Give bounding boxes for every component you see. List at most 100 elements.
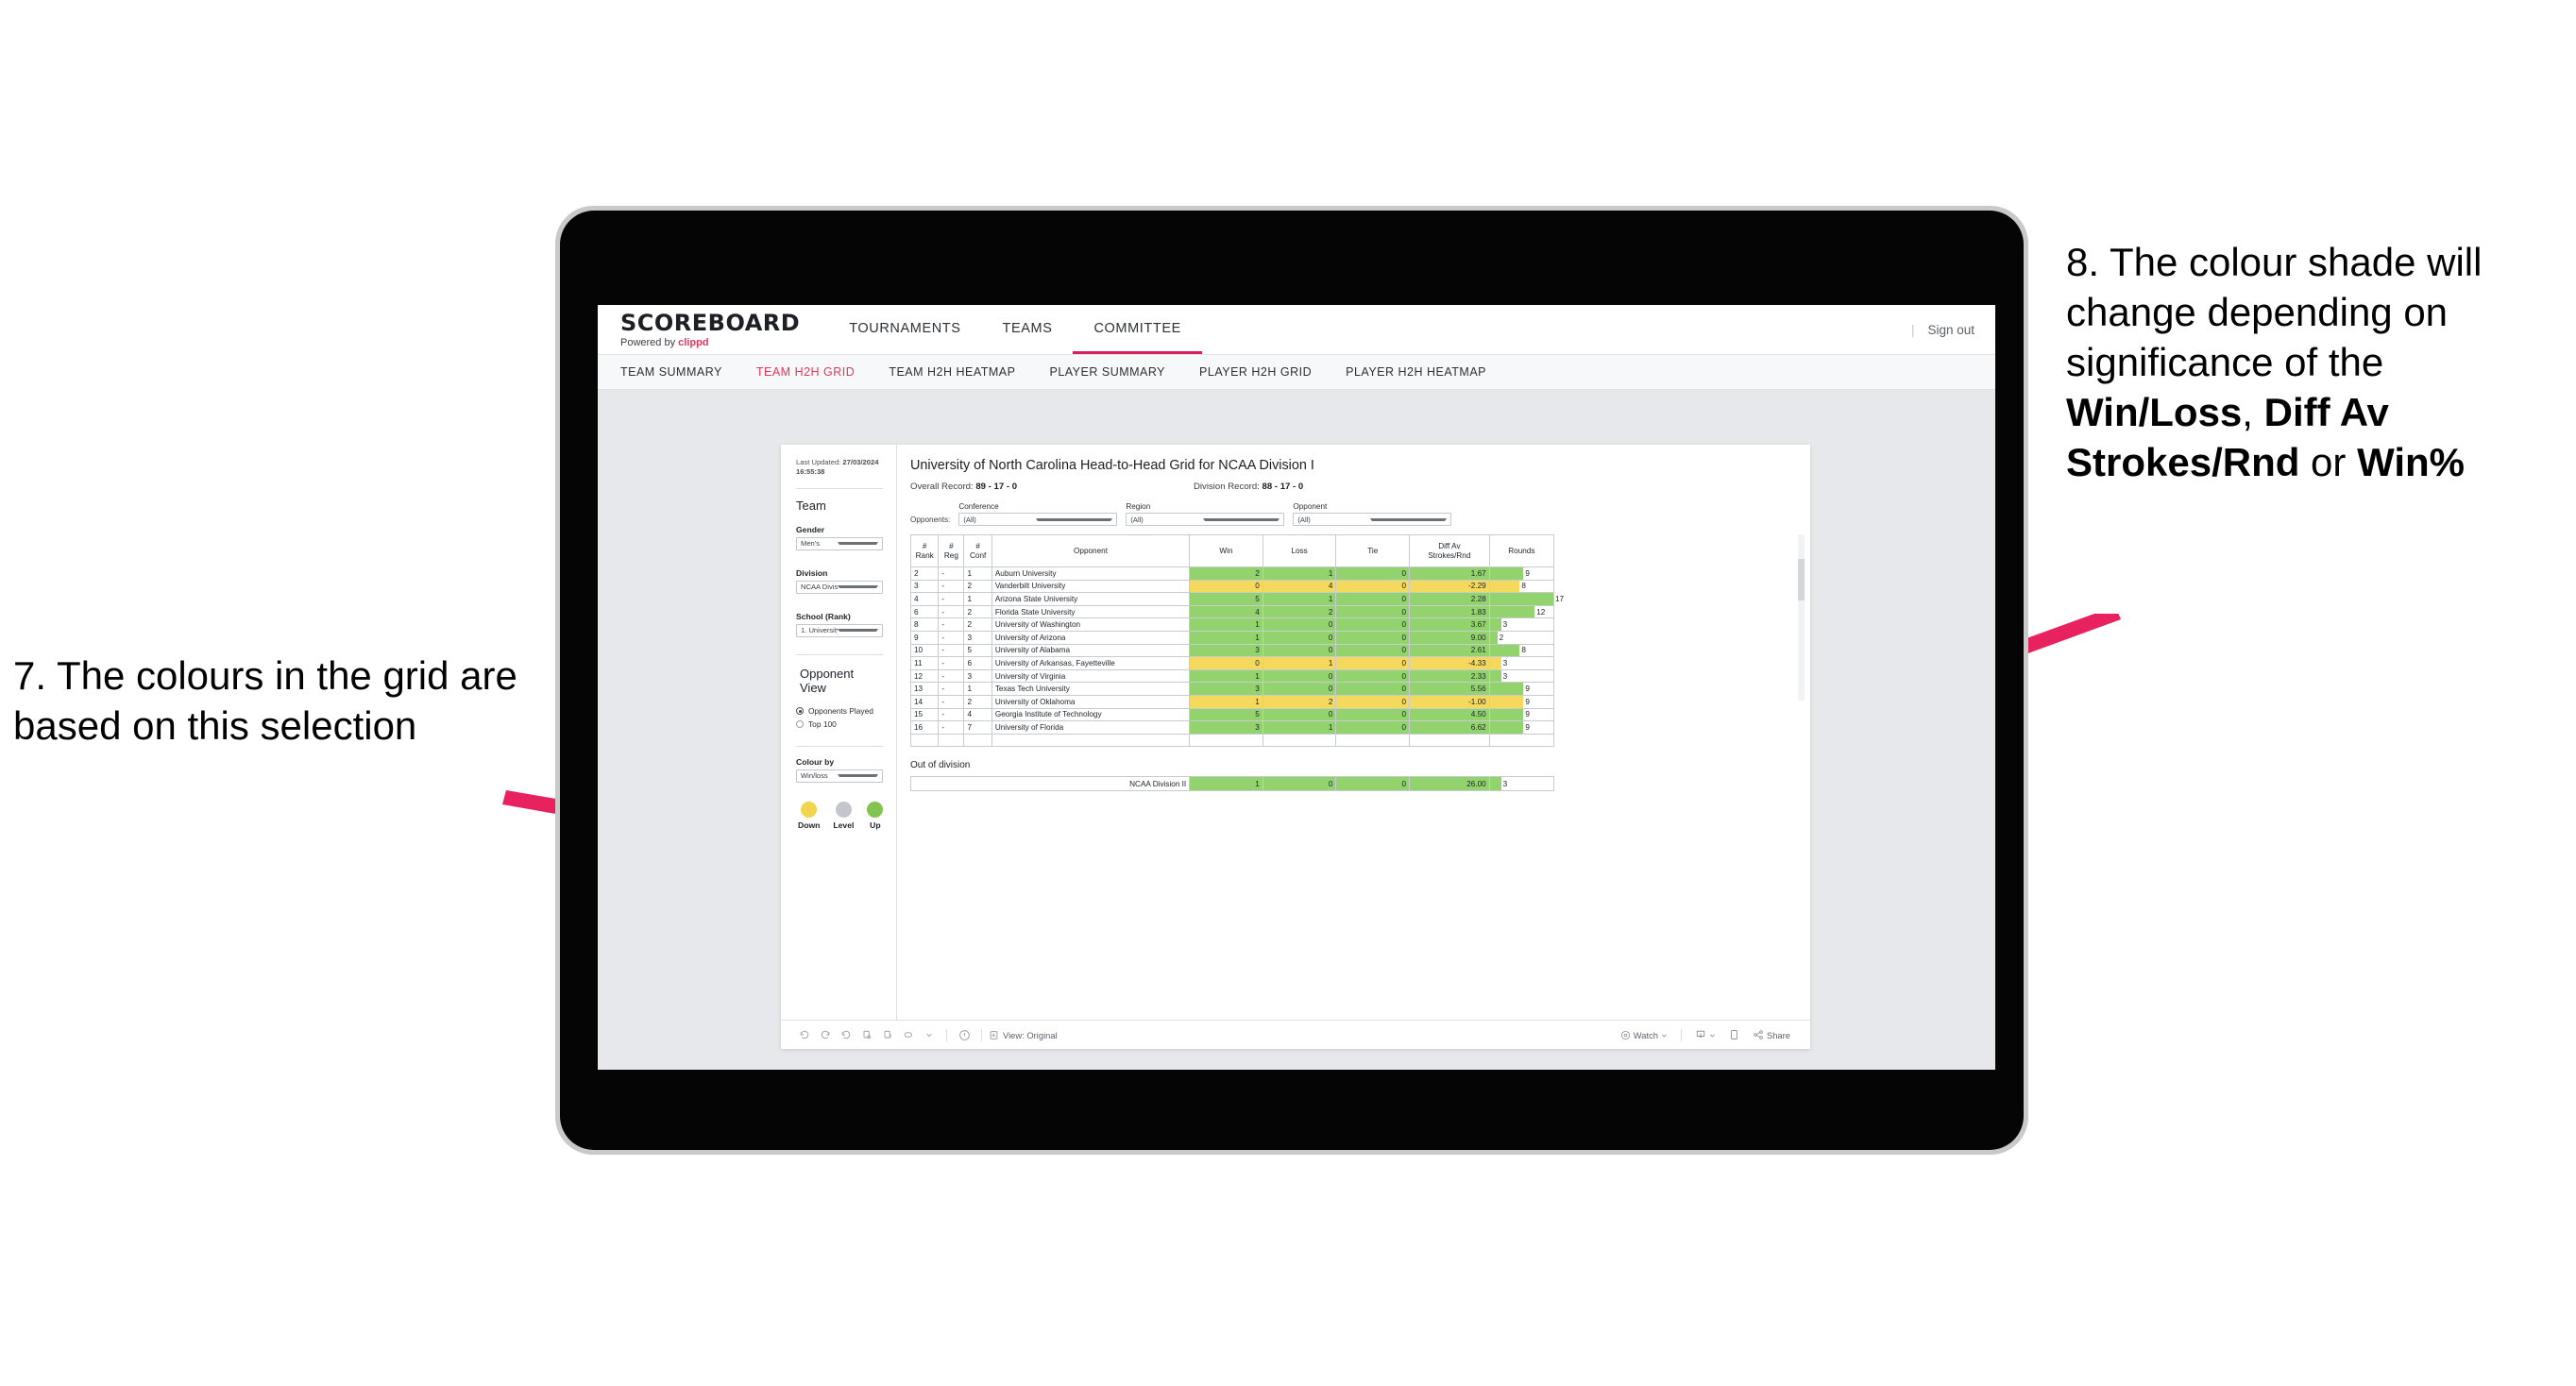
cell-tie[interactable]: 0 bbox=[1335, 707, 1411, 722]
cell-rounds[interactable]: 2 bbox=[1488, 630, 1555, 645]
cell-rounds[interactable]: 8 bbox=[1488, 643, 1555, 658]
ood-cell-tie[interactable]: 0 bbox=[1335, 776, 1411, 792]
cell-tie[interactable]: 0 bbox=[1335, 566, 1411, 581]
watch-button[interactable]: Watch bbox=[1614, 1030, 1674, 1040]
cell-tie[interactable]: 0 bbox=[1335, 604, 1411, 619]
cell-tie[interactable]: 0 bbox=[1335, 579, 1411, 594]
cell-rounds[interactable]: 9 bbox=[1488, 694, 1555, 709]
subnav-item-team-h2h-grid[interactable]: TEAM H2H GRID bbox=[739, 365, 872, 379]
cell-diff-av-strokes[interactable]: 4.50 bbox=[1409, 707, 1490, 722]
topnav-item-committee[interactable]: COMMITTEE bbox=[1073, 305, 1202, 354]
cell-tie[interactable]: 0 bbox=[1335, 617, 1411, 632]
cell-diff-av-strokes[interactable]: 5.56 bbox=[1409, 682, 1490, 696]
cell-tie[interactable]: 0 bbox=[1335, 592, 1411, 606]
cell-loss[interactable]: 2 bbox=[1262, 604, 1337, 619]
table-row[interactable]: 12-3 University of Virginia 1 0 0 2.33 3 bbox=[909, 668, 1555, 684]
cell-rounds[interactable]: 8 bbox=[1488, 579, 1555, 594]
cell-rounds[interactable]: 3 bbox=[1488, 617, 1555, 632]
table-row[interactable]: 8-2 University of Washington 1 0 0 3.67 3 bbox=[909, 617, 1555, 632]
gender-select[interactable]: Men's bbox=[796, 536, 883, 550]
cell-rounds[interactable]: 3 bbox=[1488, 656, 1555, 670]
cell-tie[interactable]: 0 bbox=[1335, 643, 1411, 658]
filter-conference-select[interactable]: (All) bbox=[958, 513, 1118, 526]
table-row[interactable]: 11-6 University of Arkansas, Fayetteville… bbox=[909, 656, 1555, 670]
column-header-diff-av-strokes[interactable]: Diff Av Strokes/Rnd bbox=[1409, 534, 1490, 567]
cell-rounds[interactable]: 12 bbox=[1488, 604, 1555, 619]
table-row[interactable]: 6-2 Florida State University 4 2 0 1.83 12 bbox=[909, 604, 1555, 619]
cell-win[interactable]: 3 bbox=[1189, 643, 1263, 658]
cell-diff-av-strokes[interactable]: 2.33 bbox=[1409, 668, 1490, 684]
table-row[interactable]: 14-2 University of Oklahoma 1 2 0 -1.00 9 bbox=[909, 694, 1555, 709]
table-row[interactable]: 4-1 Arizona State University 5 1 0 2.28 17 bbox=[909, 592, 1564, 606]
undo-icon[interactable] bbox=[794, 1024, 815, 1045]
cell-rounds[interactable]: 9 bbox=[1488, 682, 1555, 696]
ood-cell-win[interactable]: 1 bbox=[1189, 776, 1263, 792]
cell-rounds[interactable]: 9 bbox=[1488, 566, 1555, 581]
table-row[interactable]: 10-5 University of Alabama 3 0 0 2.61 8 bbox=[909, 643, 1555, 658]
view-original-button[interactable]: View: Original bbox=[989, 1030, 1058, 1040]
cell-tie[interactable]: 0 bbox=[1335, 682, 1411, 696]
cell-loss[interactable]: 0 bbox=[1262, 630, 1337, 645]
cell-tie[interactable]: 0 bbox=[1335, 630, 1411, 645]
cell-win[interactable]: 3 bbox=[1189, 682, 1263, 696]
cell-tie[interactable]: 0 bbox=[1335, 656, 1411, 670]
column-header-rank[interactable]: # Rank bbox=[909, 534, 940, 567]
cell-rounds[interactable]: 9 bbox=[1488, 707, 1555, 722]
redo-icon[interactable] bbox=[815, 1024, 836, 1045]
cell-diff-av-strokes[interactable]: 2.28 bbox=[1409, 592, 1490, 606]
cell-loss[interactable]: 0 bbox=[1262, 682, 1337, 696]
cell-loss[interactable]: 4 bbox=[1262, 579, 1337, 594]
cell-diff-av-strokes[interactable]: 2.61 bbox=[1409, 643, 1490, 658]
cell-win[interactable]: 1 bbox=[1189, 694, 1263, 709]
cell-tie[interactable]: 0 bbox=[1335, 720, 1411, 735]
cell-win[interactable]: 2 bbox=[1189, 566, 1263, 581]
signout-link[interactable]: Sign out bbox=[1927, 323, 1974, 337]
filter-region-select[interactable]: (All) bbox=[1126, 513, 1285, 526]
filter-opponent-select[interactable]: (All) bbox=[1293, 513, 1452, 526]
device-layout-button[interactable] bbox=[1722, 1029, 1746, 1040]
table-row[interactable]: 13-1 Texas Tech University 3 0 0 5.56 9 bbox=[909, 682, 1555, 696]
out-of-division-row[interactable]: NCAA Division II 1 0 0 26.00 3 bbox=[909, 776, 1555, 792]
cell-tie[interactable]: 0 bbox=[1335, 694, 1411, 709]
topnav-item-tournaments[interactable]: TOURNAMENTS bbox=[828, 305, 981, 354]
subnav-item-player-h2h-grid[interactable]: PLAYER H2H GRID bbox=[1182, 365, 1329, 379]
cell-loss[interactable]: 0 bbox=[1262, 707, 1337, 722]
grid-vertical-scrollbar[interactable] bbox=[1798, 534, 1805, 701]
cell-diff-av-strokes[interactable]: -4.33 bbox=[1409, 656, 1490, 670]
cell-win[interactable]: 5 bbox=[1189, 592, 1263, 606]
cell-loss[interactable]: 1 bbox=[1262, 656, 1337, 670]
cell-diff-av-strokes[interactable]: -2.29 bbox=[1409, 579, 1490, 594]
cell-tie[interactable]: 0 bbox=[1335, 668, 1411, 684]
cell-rounds[interactable]: 3 bbox=[1488, 668, 1555, 684]
topnav-item-teams[interactable]: TEAMS bbox=[982, 305, 1074, 354]
division-select[interactable]: NCAA Division I bbox=[796, 580, 883, 594]
cell-diff-av-strokes[interactable]: 6.62 bbox=[1409, 720, 1490, 735]
cell-diff-av-strokes[interactable]: 1.83 bbox=[1409, 604, 1490, 619]
cell-loss[interactable]: 0 bbox=[1262, 643, 1337, 658]
colour-by-select[interactable]: Win/loss bbox=[796, 769, 883, 783]
school-rank-select[interactable]: 1. University of Nort... bbox=[796, 623, 883, 637]
refresh-icon[interactable] bbox=[856, 1024, 877, 1045]
column-header-rounds[interactable]: Rounds bbox=[1488, 534, 1555, 567]
column-header-conf[interactable]: # Conf bbox=[963, 534, 992, 567]
column-header-tie[interactable]: Tie bbox=[1335, 534, 1411, 567]
cell-loss[interactable]: 0 bbox=[1262, 668, 1337, 684]
cell-win[interactable]: 5 bbox=[1189, 707, 1263, 722]
pause-updates-icon[interactable] bbox=[877, 1024, 898, 1045]
ood-cell-rounds[interactable]: 3 bbox=[1488, 776, 1555, 792]
cell-win[interactable]: 3 bbox=[1189, 720, 1263, 735]
cell-rounds[interactable]: 17 bbox=[1488, 592, 1564, 606]
cell-diff-av-strokes[interactable]: 1.67 bbox=[1409, 566, 1490, 581]
column-header-loss[interactable]: Loss bbox=[1262, 534, 1337, 567]
radio-opponents-played[interactable]: Opponents Played bbox=[796, 706, 883, 716]
cell-win[interactable]: 0 bbox=[1189, 579, 1263, 594]
table-row[interactable]: 9-3 University of Arizona 1 0 0 9.00 2 bbox=[909, 630, 1555, 645]
table-row[interactable]: 16-7 University of Florida 3 1 0 6.62 9 bbox=[909, 720, 1555, 735]
cell-win[interactable]: 0 bbox=[1189, 656, 1263, 670]
column-header-reg[interactable]: # Reg bbox=[938, 534, 965, 567]
revert-icon[interactable] bbox=[836, 1024, 856, 1045]
table-row[interactable]: 15-4 Georgia Institute of Technology 5 0 0 4.… bbox=[909, 707, 1555, 722]
cell-loss[interactable]: 1 bbox=[1262, 592, 1337, 606]
cell-win[interactable]: 4 bbox=[1189, 604, 1263, 619]
cell-win[interactable]: 1 bbox=[1189, 617, 1263, 632]
